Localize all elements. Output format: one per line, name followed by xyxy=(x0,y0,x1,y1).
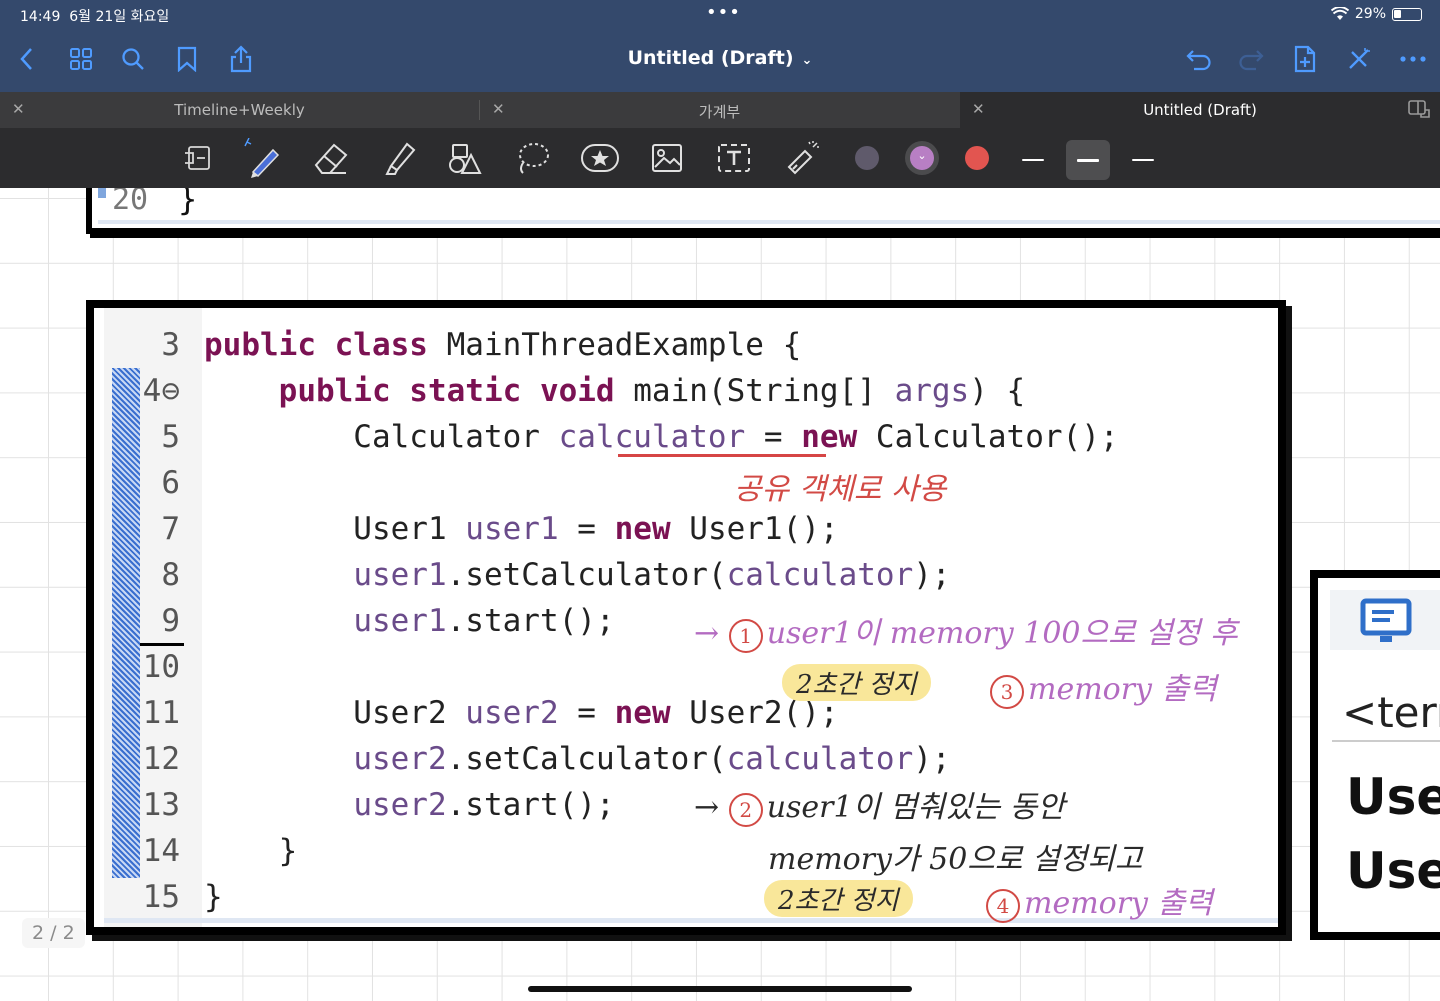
code-text: user1.setCalculator(calculator); xyxy=(353,557,951,593)
line-number: 7 xyxy=(161,511,180,547)
line-number: 8 xyxy=(161,557,180,593)
wifi-icon xyxy=(1330,7,1349,20)
top-bar: 14:49 6월 21일 화요일 ••• 29% Untitled (Draft… xyxy=(0,0,1440,92)
tab-label: Untitled (Draft) xyxy=(1143,101,1257,119)
line-number: 20 xyxy=(112,188,149,217)
line-number: 11 xyxy=(142,695,180,731)
note-canvas[interactable]: 20 } 3 public class MainThreadExample { 4⊖… xyxy=(0,188,1440,1001)
chevron-down-icon: ⌄ xyxy=(917,149,927,162)
code-text: user2.start(); xyxy=(353,787,615,823)
multitask-dots-icon[interactable]: ••• xyxy=(706,2,741,23)
code-text: User1 user1 = new User1(); xyxy=(204,511,839,547)
read-mode-icon[interactable] xyxy=(176,138,218,178)
eraser-icon[interactable] xyxy=(310,138,352,178)
add-page-icon[interactable] xyxy=(1290,44,1320,74)
battery-percent: 29% xyxy=(1354,6,1386,22)
status-right: 29% xyxy=(1330,6,1422,22)
navigation-bar: Untitled (Draft) ⌄ xyxy=(0,30,1440,92)
line-number: 4⊖ xyxy=(142,373,180,409)
code-text: public class MainThreadExample { xyxy=(204,327,802,363)
arrow-icon: → xyxy=(694,790,720,825)
line-number: 3 xyxy=(161,327,180,363)
tab-strip: ✕ Timeline+Weekly ✕ 가계부 ✕ Untitled (Draf… xyxy=(0,92,1440,128)
console-output-line: Use xyxy=(1346,768,1440,826)
note-step-2-cont: memory가 50으로 설정되고 xyxy=(768,842,1143,877)
code-text: } xyxy=(204,879,223,915)
status-bar: 14:49 6월 21일 화요일 ••• 29% xyxy=(0,0,1440,30)
console-icon xyxy=(1360,598,1412,648)
line-number: 10 xyxy=(142,649,180,685)
handwritten-underline xyxy=(618,454,826,457)
note-pause-1: 2초간 정지 xyxy=(782,664,931,701)
image-icon[interactable] xyxy=(646,138,688,178)
console-output-line: Use xyxy=(1346,842,1440,900)
line-number: 14 xyxy=(142,833,180,869)
stroke-thick[interactable] xyxy=(1121,140,1165,180)
line-number: 5 xyxy=(161,419,180,455)
chevron-down-icon[interactable]: ⌄ xyxy=(802,53,813,68)
tab-budget[interactable]: ✕ 가계부 xyxy=(480,92,959,128)
status-time: 14:49 6월 21일 화요일 xyxy=(20,9,170,25)
home-indicator[interactable] xyxy=(528,986,912,992)
console-tab-label: <tern xyxy=(1342,688,1440,737)
laser-pointer-icon[interactable] xyxy=(781,138,823,178)
step-number-2: 2 xyxy=(728,793,763,827)
line-number: 12 xyxy=(142,741,180,777)
note-pause-2: 2초간 정지 xyxy=(764,880,913,917)
code-text: user1.start(); xyxy=(353,603,615,639)
pasted-console-screenshot: <tern Use Use xyxy=(1310,570,1440,940)
color-swatch-gray[interactable] xyxy=(855,146,879,170)
line-number: 6 xyxy=(161,465,180,501)
drawing-toolbar: ⌄ xyxy=(0,128,1440,188)
sticker-icon[interactable] xyxy=(579,138,621,178)
undo-icon[interactable] xyxy=(1184,44,1214,74)
stroke-thin[interactable] xyxy=(1011,140,1055,180)
note-step-4: 4 memory 출력 xyxy=(986,878,1213,923)
code-text: public static void main(String[] args) { xyxy=(278,373,1026,409)
step-number-1: 1 xyxy=(728,619,763,653)
battery-icon xyxy=(1392,7,1422,21)
code-text: } xyxy=(178,188,198,218)
close-x-icon[interactable] xyxy=(1344,44,1374,74)
stroke-medium[interactable] xyxy=(1066,140,1110,180)
pen-icon[interactable] xyxy=(242,138,284,178)
note-step-3: 3 memory 출력 xyxy=(990,664,1217,709)
highlighter-icon[interactable] xyxy=(378,138,420,178)
code-text: user2.setCalculator(calculator); xyxy=(353,741,951,777)
code-text: User2 user2 = new User2(); xyxy=(204,695,839,731)
code-text: } xyxy=(204,833,298,869)
tab-timeline-weekly[interactable]: ✕ Timeline+Weekly xyxy=(0,92,479,128)
shapes-icon[interactable] xyxy=(444,138,486,178)
note-shared-object: 공유 객체로 사용 xyxy=(734,472,947,507)
line-number: 13 xyxy=(142,787,180,823)
line-number: 15 xyxy=(142,879,180,915)
text-icon[interactable] xyxy=(713,138,755,178)
split-view-icon[interactable] xyxy=(1408,100,1430,122)
arrow-icon: → xyxy=(694,616,720,651)
page-counter: 2 / 2 xyxy=(22,918,85,948)
pasted-screenshot-top: 20 } xyxy=(86,188,1440,234)
tab-label: Timeline+Weekly xyxy=(174,101,305,119)
note-step-1: → 1 user1이 memory 100으로 설정 후 xyxy=(694,616,1238,653)
note-step-2: → 2 user1이 멈춰있는 동안 xyxy=(694,790,1065,827)
color-swatch-purple[interactable]: ⌄ xyxy=(910,146,934,170)
redo-icon[interactable] xyxy=(1236,44,1266,74)
tab-label: 가계부 xyxy=(698,103,741,121)
tab-untitled-draft[interactable]: ✕ Untitled (Draft) xyxy=(960,92,1440,128)
color-swatch-red[interactable] xyxy=(965,146,989,170)
more-icon[interactable] xyxy=(1398,44,1428,74)
step-number-3: 3 xyxy=(990,675,1024,709)
step-number-4: 4 xyxy=(986,889,1020,923)
line-number: 9 xyxy=(161,603,180,639)
document-title[interactable]: Untitled (Draft) ⌄ xyxy=(0,47,1440,69)
lasso-icon[interactable] xyxy=(512,138,554,178)
